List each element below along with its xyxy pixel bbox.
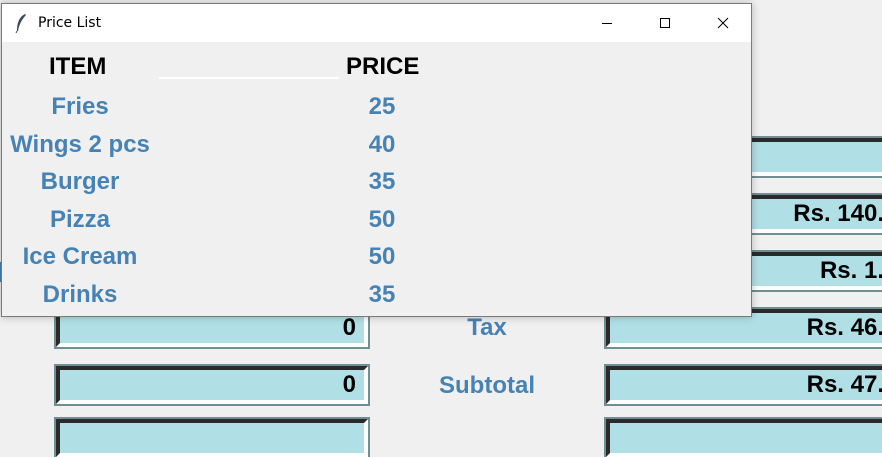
maximize-button[interactable] xyxy=(636,4,694,42)
item-column-header: ITEM xyxy=(49,53,107,80)
item-price: 50 xyxy=(368,206,396,233)
item-name: Wings 2 pcs xyxy=(10,131,150,158)
item-name: Pizza xyxy=(49,206,111,233)
subtotal-field[interactable]: Rs. 47. xyxy=(604,364,882,406)
item-price: 35 xyxy=(368,168,396,195)
total-field-partial[interactable] xyxy=(604,417,882,457)
close-icon xyxy=(717,17,729,29)
close-button[interactable] xyxy=(694,4,751,42)
item-qty-field-partial[interactable] xyxy=(54,417,370,457)
tax-label: Tax xyxy=(467,314,507,341)
item-name: Ice Cream xyxy=(22,243,138,270)
item-name: Drinks xyxy=(42,281,118,308)
minimize-icon xyxy=(602,23,612,24)
window-title: Price List xyxy=(38,15,102,31)
item-price: 35 xyxy=(368,281,396,308)
minimize-button[interactable] xyxy=(578,4,636,42)
title-bar[interactable]: Price List xyxy=(2,4,751,42)
item-price: 40 xyxy=(368,131,396,158)
subtotal-label: Subtotal xyxy=(439,372,535,399)
maximize-icon xyxy=(660,18,670,28)
feather-icon xyxy=(15,14,26,33)
item-price: 50 xyxy=(368,243,396,270)
price-list-window: Price List ITEM PRICE Fries 25 Wings 2 p… xyxy=(1,3,752,317)
item-price: 25 xyxy=(368,93,396,120)
item-name: Burger xyxy=(40,168,120,195)
price-column-header: PRICE xyxy=(346,53,420,80)
header-entry[interactable] xyxy=(159,77,339,79)
item-qty-field[interactable]: 0 xyxy=(54,364,370,406)
item-name: Fries xyxy=(51,93,109,120)
